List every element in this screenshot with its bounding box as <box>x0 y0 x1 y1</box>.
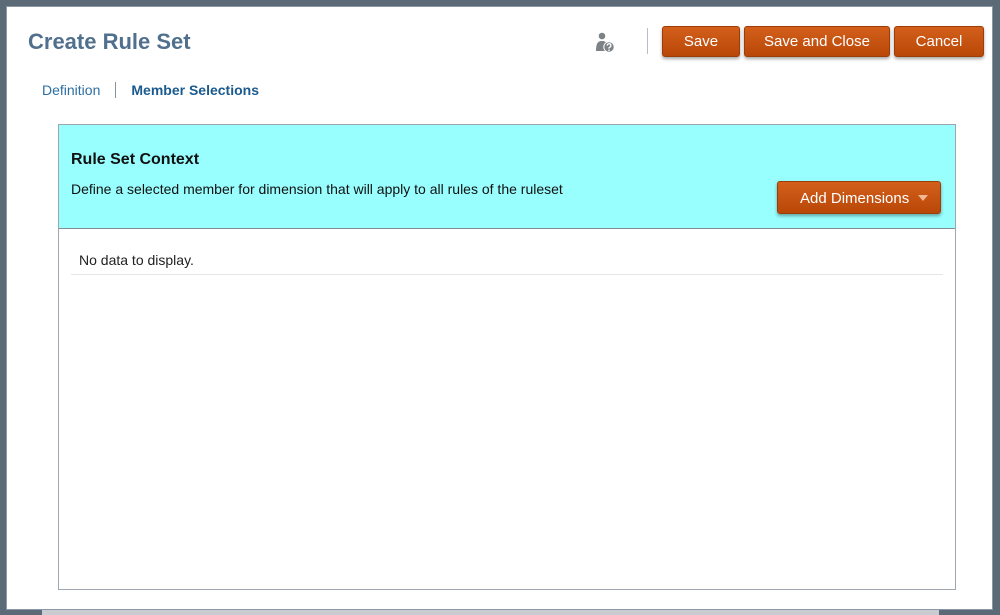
save-and-close-button[interactable]: Save and Close <box>744 26 890 57</box>
user-help-icon[interactable] <box>593 31 617 55</box>
member-selections-panel: Rule Set Context Define a selected membe… <box>58 124 956 590</box>
empty-table-message: No data to display. <box>79 252 194 268</box>
add-dimensions-button[interactable]: Add Dimensions <box>777 181 941 214</box>
save-button[interactable]: Save <box>662 26 740 57</box>
row-divider <box>71 274 943 275</box>
context-description: Define a selected member for dimension t… <box>71 181 563 197</box>
rule-set-context-header: Rule Set Context Define a selected membe… <box>59 125 955 229</box>
tab-divider <box>115 82 117 98</box>
toolbar-divider <box>647 28 648 54</box>
dialog-title: Create Rule Set <box>28 29 191 54</box>
cancel-button[interactable]: Cancel <box>894 26 984 57</box>
add-dimensions-label: Add Dimensions <box>800 190 910 207</box>
background-strip <box>42 610 939 615</box>
context-title: Rule Set Context <box>71 151 200 168</box>
create-rule-set-dialog: Create Rule Set Save Save and Close Canc… <box>6 6 993 610</box>
chevron-down-icon <box>918 195 928 201</box>
tab-member-selections[interactable]: Member Selections <box>131 82 259 98</box>
tab-definition[interactable]: Definition <box>42 82 100 98</box>
tab-bar: Definition Member Selections <box>42 82 259 98</box>
